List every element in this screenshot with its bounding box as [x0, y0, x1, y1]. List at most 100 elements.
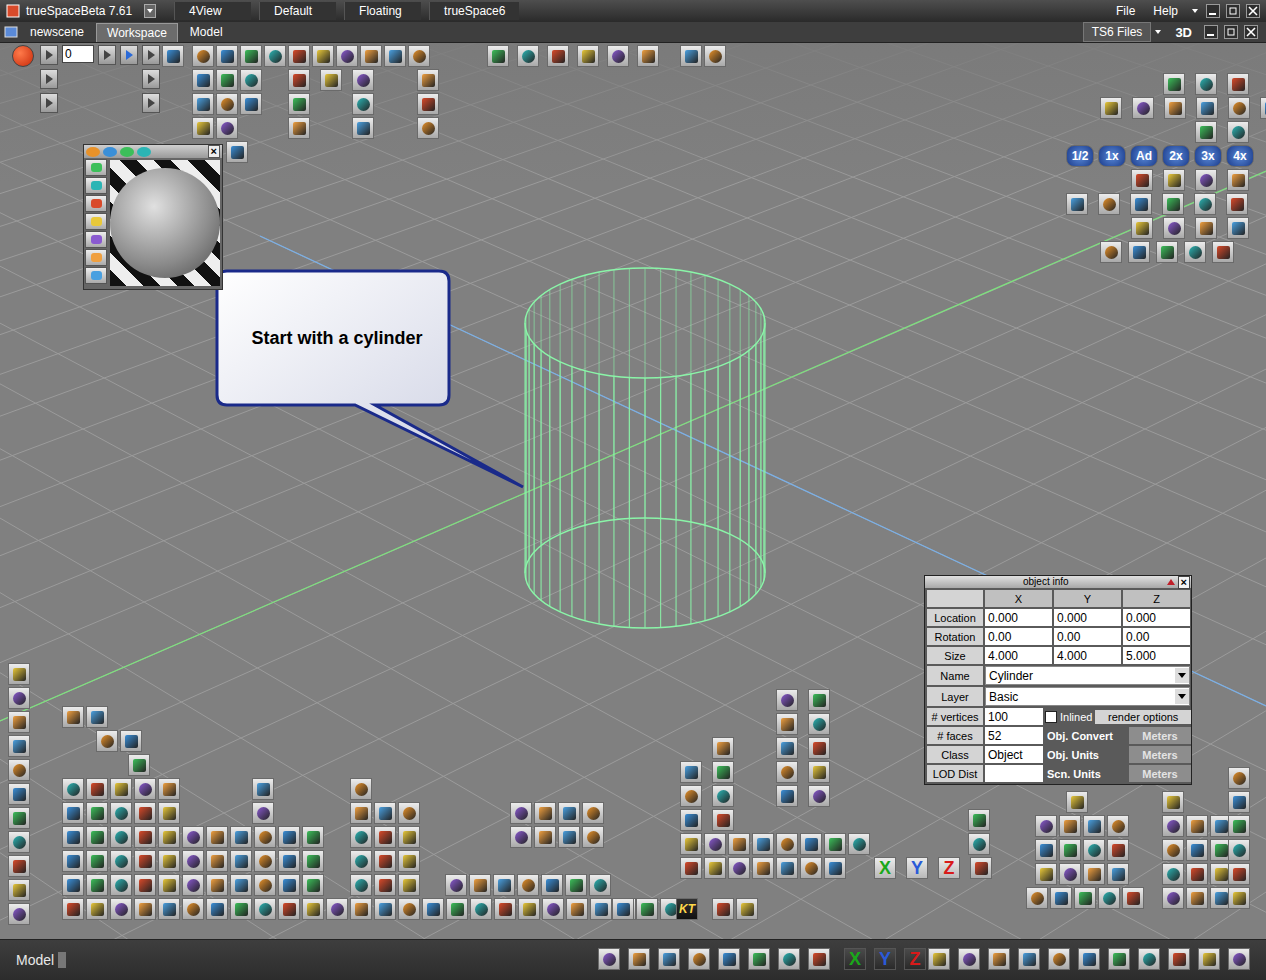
tool-icon[interactable]	[598, 948, 620, 970]
tool-icon[interactable]	[517, 45, 539, 67]
tool-icon[interactable]	[374, 874, 396, 896]
tool-icon[interactable]	[704, 833, 726, 855]
tool-icon[interactable]	[1050, 887, 1072, 909]
tool-icon[interactable]	[1168, 948, 1190, 970]
status-axis-button[interactable]: Z	[904, 948, 926, 970]
material-tool-icon[interactable]	[85, 213, 107, 230]
tool-icon[interactable]	[1122, 887, 1144, 909]
playback-icon[interactable]	[40, 45, 58, 65]
tool-icon[interactable]	[808, 948, 830, 970]
tool-icon[interactable]	[352, 69, 374, 91]
tool-icon[interactable]	[162, 45, 184, 67]
tool-icon[interactable]	[1228, 863, 1250, 885]
tool-icon[interactable]	[1194, 193, 1216, 215]
tool-icon[interactable]	[565, 874, 587, 896]
tool-icon[interactable]	[1195, 169, 1217, 191]
tool-icon[interactable]	[970, 857, 992, 879]
menu-dropdown-icon[interactable]	[1190, 4, 1200, 18]
tool-icon[interactable]	[776, 761, 798, 783]
top-menu-item[interactable]: Help	[1147, 3, 1184, 19]
tool-icon[interactable]	[1162, 791, 1184, 813]
tool-icon[interactable]	[1163, 217, 1185, 239]
tool-icon[interactable]	[1227, 73, 1249, 95]
tool-icon[interactable]	[1083, 839, 1105, 861]
tool-icon[interactable]	[1196, 97, 1218, 119]
tool-icon[interactable]	[374, 898, 396, 920]
tool-icon[interactable]	[158, 778, 180, 800]
tool-icon[interactable]	[1164, 97, 1186, 119]
tool-icon[interactable]	[776, 713, 798, 735]
collapse-icon[interactable]	[1167, 579, 1175, 585]
tool-icon[interactable]	[8, 687, 30, 709]
tool-icon[interactable]	[1186, 815, 1208, 837]
tool-icon[interactable]	[1098, 887, 1120, 909]
tool-icon[interactable]	[776, 737, 798, 759]
tool-icon[interactable]	[1138, 948, 1160, 970]
tool-icon[interactable]	[542, 898, 564, 920]
tool-icon[interactable]	[1078, 948, 1100, 970]
tool-icon[interactable]	[302, 898, 324, 920]
value-field[interactable]: 0.000	[985, 609, 1052, 626]
tool-icon[interactable]	[350, 802, 372, 824]
material-tool-icon[interactable]	[85, 231, 107, 248]
tool-icon[interactable]	[493, 874, 515, 896]
tool-icon[interactable]	[134, 826, 156, 848]
tool-icon[interactable]	[86, 826, 108, 848]
tool-icon[interactable]	[288, 69, 310, 91]
value-field[interactable]: 0.00	[985, 628, 1052, 645]
units-button[interactable]: Meters	[1129, 727, 1191, 744]
tool-icon[interactable]	[182, 826, 204, 848]
layout-menu-item[interactable]: Default	[259, 2, 336, 20]
tool-icon[interactable]	[1074, 887, 1096, 909]
tool-icon[interactable]	[1100, 97, 1122, 119]
tool-icon[interactable]	[120, 730, 142, 752]
tool-icon[interactable]	[1228, 815, 1250, 837]
tool-icon[interactable]	[1228, 887, 1250, 909]
object-info-panel[interactable]: object info×XYZLocation0.0000.0000.000Ro…	[924, 575, 1192, 785]
tool-icon[interactable]	[374, 826, 396, 848]
tool-icon[interactable]	[62, 874, 84, 896]
tool-icon[interactable]	[752, 833, 774, 855]
tool-icon[interactable]	[350, 874, 372, 896]
tool-icon[interactable]	[968, 809, 990, 831]
tool-icon[interactable]	[728, 857, 750, 879]
tool-icon[interactable]	[1131, 169, 1153, 191]
tool-icon[interactable]	[517, 874, 539, 896]
playback-icon[interactable]	[98, 45, 116, 65]
tool-icon[interactable]	[182, 898, 204, 920]
tool-icon[interactable]	[636, 898, 658, 920]
tool-icon[interactable]	[230, 826, 252, 848]
tool-icon[interactable]	[206, 826, 228, 848]
zoom-button[interactable]: 1x	[1098, 145, 1126, 167]
dropdown-arrow-icon[interactable]	[1175, 668, 1189, 683]
tool-icon[interactable]	[86, 778, 108, 800]
tool-icon[interactable]	[712, 785, 734, 807]
tool-icon[interactable]	[86, 706, 108, 728]
tool-icon[interactable]	[360, 45, 382, 67]
tool-icon[interactable]	[216, 69, 238, 91]
axis-button[interactable]: Z	[938, 857, 960, 879]
tool-icon[interactable]	[1018, 948, 1040, 970]
tool-icon[interactable]	[1107, 815, 1129, 837]
material-tab-icon[interactable]	[103, 147, 117, 157]
material-tool-icon[interactable]	[85, 159, 107, 176]
tool-icon[interactable]	[800, 833, 822, 855]
tool-icon[interactable]	[192, 93, 214, 115]
tool-icon[interactable]	[408, 45, 430, 67]
tool-icon[interactable]	[398, 850, 420, 872]
tool-icon[interactable]	[8, 879, 30, 901]
tool-icon[interactable]	[62, 850, 84, 872]
tool-icon[interactable]	[226, 141, 248, 163]
tool-icon[interactable]	[192, 69, 214, 91]
view-mode[interactable]: 3D	[1165, 25, 1202, 40]
tool-icon[interactable]	[1186, 839, 1208, 861]
value-field[interactable]: 0.00	[1054, 628, 1121, 645]
tool-icon[interactable]	[680, 785, 702, 807]
tool-icon[interactable]	[278, 850, 300, 872]
tool-icon[interactable]	[637, 45, 659, 67]
tool-icon[interactable]	[8, 735, 30, 757]
title-dropdown-icon[interactable]	[144, 4, 156, 18]
tool-icon[interactable]	[192, 117, 214, 139]
material-tab-icon[interactable]	[137, 147, 151, 157]
tool-icon[interactable]	[1163, 169, 1185, 191]
